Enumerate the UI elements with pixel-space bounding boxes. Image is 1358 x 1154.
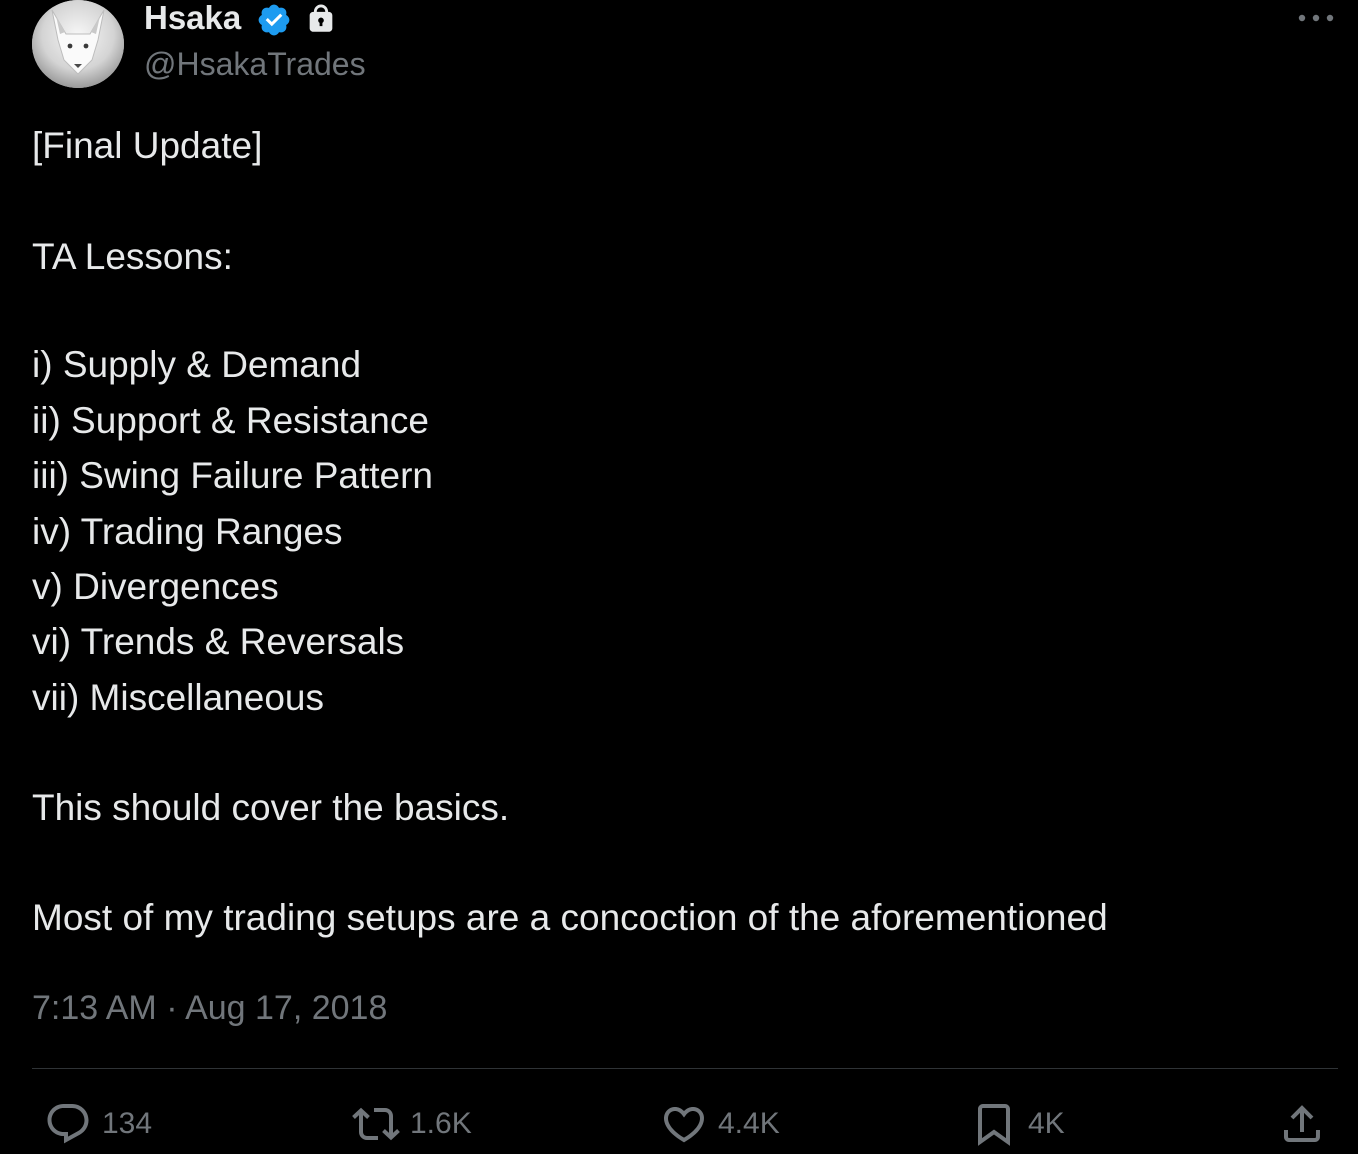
avatar[interactable]: [32, 0, 124, 88]
lesson-item: iii) Swing Failure Pattern: [32, 455, 433, 496]
bookmark-icon: [978, 1104, 1010, 1146]
lesson-item: i) Supply & Demand: [32, 344, 362, 385]
lesson-item: iv) Trading Ranges: [32, 511, 343, 552]
retweet-button[interactable]: 1.6K: [352, 1098, 472, 1150]
tweet-card: Hsaka @HsakaTrades [Final Update] TA Les…: [0, 0, 1358, 1154]
bookmark-button[interactable]: 4K: [970, 1098, 1065, 1150]
share-button[interactable]: [1278, 1098, 1326, 1150]
heart-icon: [663, 1107, 705, 1143]
reply-icon: [47, 1104, 89, 1144]
lesson-item: v) Divergences: [32, 566, 279, 607]
verified-badge-icon: [258, 4, 290, 36]
retweet-icon: [352, 1107, 400, 1141]
lesson-item: vii) Miscellaneous: [32, 677, 324, 718]
retweet-count: 1.6K: [410, 1107, 472, 1140]
reply-button[interactable]: 134: [44, 1098, 152, 1150]
like-button[interactable]: 4.4K: [660, 1098, 780, 1150]
bookmark-count: 4K: [1028, 1107, 1065, 1140]
fox-avatar-image: [32, 0, 124, 88]
divider: [32, 1068, 1338, 1069]
more-options-icon[interactable]: [1296, 8, 1336, 28]
display-name[interactable]: Hsaka: [144, 0, 241, 38]
lock-icon: [309, 4, 333, 32]
user-handle[interactable]: @HsakaTrades: [144, 44, 366, 84]
reply-count: 134: [102, 1107, 153, 1140]
like-count: 4.4K: [718, 1107, 780, 1140]
share-icon: [1284, 1105, 1320, 1142]
tweet-paragraph: Most of my trading setups are a concocti…: [32, 897, 1108, 938]
tweet-timestamp[interactable]: 7:13 AM · Aug 17, 2018: [32, 986, 387, 1030]
tweet-heading: [Final Update]: [32, 125, 263, 166]
lesson-item: vi) Trends & Reversals: [32, 621, 405, 662]
tweet-paragraph: This should cover the basics.: [32, 787, 510, 828]
tweet-subheading: TA Lessons:: [32, 236, 233, 277]
lesson-item: ii) Support & Resistance: [32, 400, 429, 441]
